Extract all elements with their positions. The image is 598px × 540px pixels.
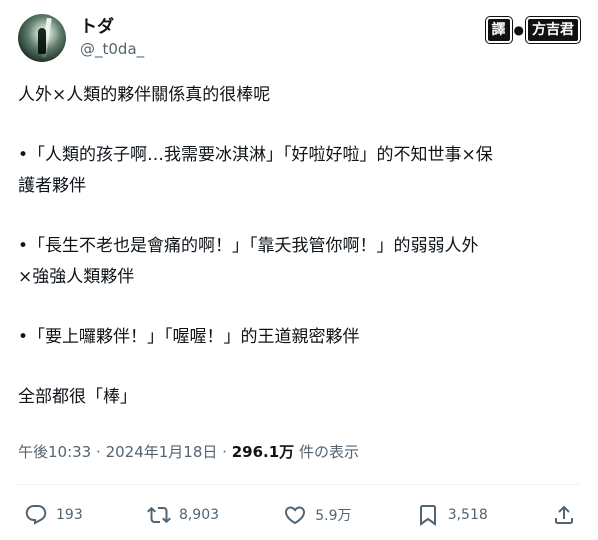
bookmark-count: 3,518	[447, 507, 488, 523]
avatar-figure	[38, 28, 46, 54]
like-button[interactable]: 5.9万	[283, 503, 352, 527]
repost-count: 8,903	[178, 507, 220, 523]
post-paragraph: 人外×人類的夥伴關係真的很棒呢	[18, 85, 271, 105]
user-handle[interactable]: @_t0da_	[80, 39, 144, 59]
like-count: 5.9万	[315, 508, 352, 524]
meta-separator: ·	[222, 443, 227, 461]
views-label: 件の表示	[298, 443, 359, 461]
share-button[interactable]	[552, 503, 576, 527]
post-meta: 午後10:33 · 2024年1月18日 · 296.1万 件の表示	[18, 438, 359, 466]
repost-icon	[147, 506, 171, 524]
meta-separator: ·	[96, 443, 101, 461]
heart-icon	[285, 506, 306, 525]
reply-count: 193	[56, 507, 83, 523]
post-paragraph: 全部都很「棒」	[18, 387, 137, 407]
post-paragraph: •「長生不老也是會痛的啊！」「靠夭我管你啊！」的弱弱人外 ×強強人類夥伴	[18, 236, 479, 287]
post-paragraph: •「要上囉夥伴！」「喔喔！」的王道親密夥伴	[18, 327, 360, 347]
action-bar: 193 8,903 5.9万 3,518	[24, 499, 576, 531]
divider	[18, 484, 580, 485]
post-date[interactable]: 2024年1月18日	[106, 443, 218, 461]
avatar[interactable]	[18, 14, 66, 62]
translator-watermark: 譯 ● 方吉君	[485, 17, 580, 43]
post-time[interactable]: 午後10:33	[18, 443, 91, 461]
post-paragraph: •「人類的孩子啊…我需要冰淇淋」「好啦好啦」的不知世事×保 護者夥伴	[18, 145, 493, 196]
repost-button[interactable]: 8,903	[147, 503, 219, 527]
post-header: トダ @_t0da_ 譯 ● 方吉君	[18, 14, 580, 64]
views-count: 296.1万	[231, 443, 295, 461]
watermark-separator: ●	[513, 23, 524, 37]
bookmark-button[interactable]: 3,518	[416, 503, 488, 527]
bookmark-icon	[419, 505, 436, 526]
share-icon	[555, 505, 573, 524]
display-name[interactable]: トダ	[80, 16, 114, 38]
reply-button[interactable]: 193	[24, 503, 83, 527]
post-body: 人外×人類的夥伴關係真的很棒呢 •「人類的孩子啊…我需要冰淇淋」「好啦好啦」的不…	[18, 80, 584, 442]
reply-icon	[25, 505, 47, 525]
watermark-left: 譯	[485, 17, 512, 43]
watermark-right: 方吉君	[526, 17, 580, 43]
